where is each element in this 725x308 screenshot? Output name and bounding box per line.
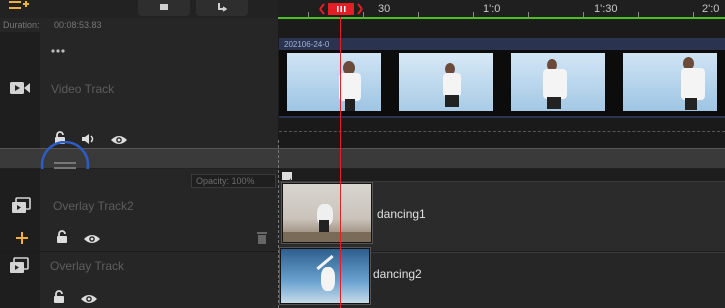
playhead-line[interactable] bbox=[340, 17, 341, 308]
add-track-icon[interactable] bbox=[8, 0, 30, 13]
duration-value: 00:08:53.83 bbox=[54, 20, 102, 30]
lock-icon bbox=[160, 4, 168, 10]
video-thumbnail bbox=[511, 53, 605, 111]
ruler-tick bbox=[528, 12, 529, 18]
ruler-label: 1':0 bbox=[483, 3, 501, 15]
video-track-lane[interactable]: 202106-24-0 bbox=[279, 32, 725, 148]
overlay-clip-dancing1-label: dancing1 bbox=[377, 207, 426, 221]
ruler-label: 30 bbox=[378, 3, 391, 15]
film-camera-icon bbox=[9, 80, 31, 96]
audio-lane-divider bbox=[279, 131, 725, 132]
video-track-name: Video Track bbox=[51, 82, 115, 96]
ruler-label: 2':0 bbox=[702, 3, 720, 15]
eye-icon[interactable] bbox=[110, 133, 128, 145]
ruler-tick bbox=[638, 12, 639, 18]
video-clip[interactable]: 202106-24-0 bbox=[279, 38, 725, 118]
overlay-clip-dancing1[interactable] bbox=[281, 182, 373, 244]
duration-bar: Duration: 00:08:53.83 bbox=[0, 18, 278, 32]
video-thumbnail bbox=[287, 53, 381, 111]
ruler-tick bbox=[418, 12, 419, 18]
opacity-control[interactable]: Opacity: 100% bbox=[191, 174, 276, 188]
overlay-tracks-lane[interactable]: dancing1 dancing2 bbox=[279, 169, 725, 308]
timeline-toolbar bbox=[0, 0, 278, 18]
ruler-label: 1':30 bbox=[594, 3, 618, 15]
eye-icon[interactable] bbox=[83, 232, 101, 244]
video-clip-label: 202106-24-0 bbox=[284, 40, 330, 49]
overlay-media-icon bbox=[11, 197, 31, 215]
playhead-handle[interactable] bbox=[316, 1, 366, 17]
timeline-start-divider bbox=[278, 140, 279, 308]
video-clip-filmstrip bbox=[279, 50, 725, 116]
overlay-clip-dancing2-label: dancing2 bbox=[373, 267, 422, 281]
eye-icon[interactable] bbox=[80, 292, 98, 304]
ruler-tick bbox=[693, 12, 694, 18]
lock-icon[interactable] bbox=[55, 230, 69, 244]
ruler-tick bbox=[473, 12, 474, 18]
opacity-label: Opacity: 100% bbox=[196, 176, 255, 186]
duration-label: Duration: bbox=[3, 20, 40, 30]
video-thumbnail bbox=[399, 53, 493, 111]
track-marker-icon bbox=[282, 172, 292, 184]
clip-thumbnail bbox=[281, 249, 369, 303]
track-splitter[interactable] bbox=[0, 148, 725, 169]
lock-toolbar-button[interactable] bbox=[138, 0, 190, 16]
ruler-tick bbox=[583, 12, 584, 18]
overlay-track-name: Overlay Track bbox=[50, 259, 125, 273]
overlay-media-icon bbox=[9, 257, 29, 275]
video-thumbnail bbox=[623, 53, 717, 111]
redo-toolbar-button[interactable] bbox=[196, 0, 248, 16]
redo-icon bbox=[218, 3, 228, 12]
more-options-icon[interactable] bbox=[51, 40, 67, 53]
overlay-clip-dancing2[interactable] bbox=[279, 247, 371, 305]
lock-icon[interactable] bbox=[52, 290, 66, 304]
plus-icon[interactable] bbox=[15, 231, 29, 245]
trash-icon[interactable] bbox=[256, 231, 268, 244]
overlay-track2-name: Overlay Track2 bbox=[53, 199, 134, 213]
clip-thumbnail bbox=[283, 184, 371, 242]
ruler-baseline bbox=[278, 17, 725, 19]
ruler-tick bbox=[308, 12, 309, 18]
video-track-header bbox=[0, 32, 278, 148]
overlay-track-header bbox=[0, 252, 278, 308]
